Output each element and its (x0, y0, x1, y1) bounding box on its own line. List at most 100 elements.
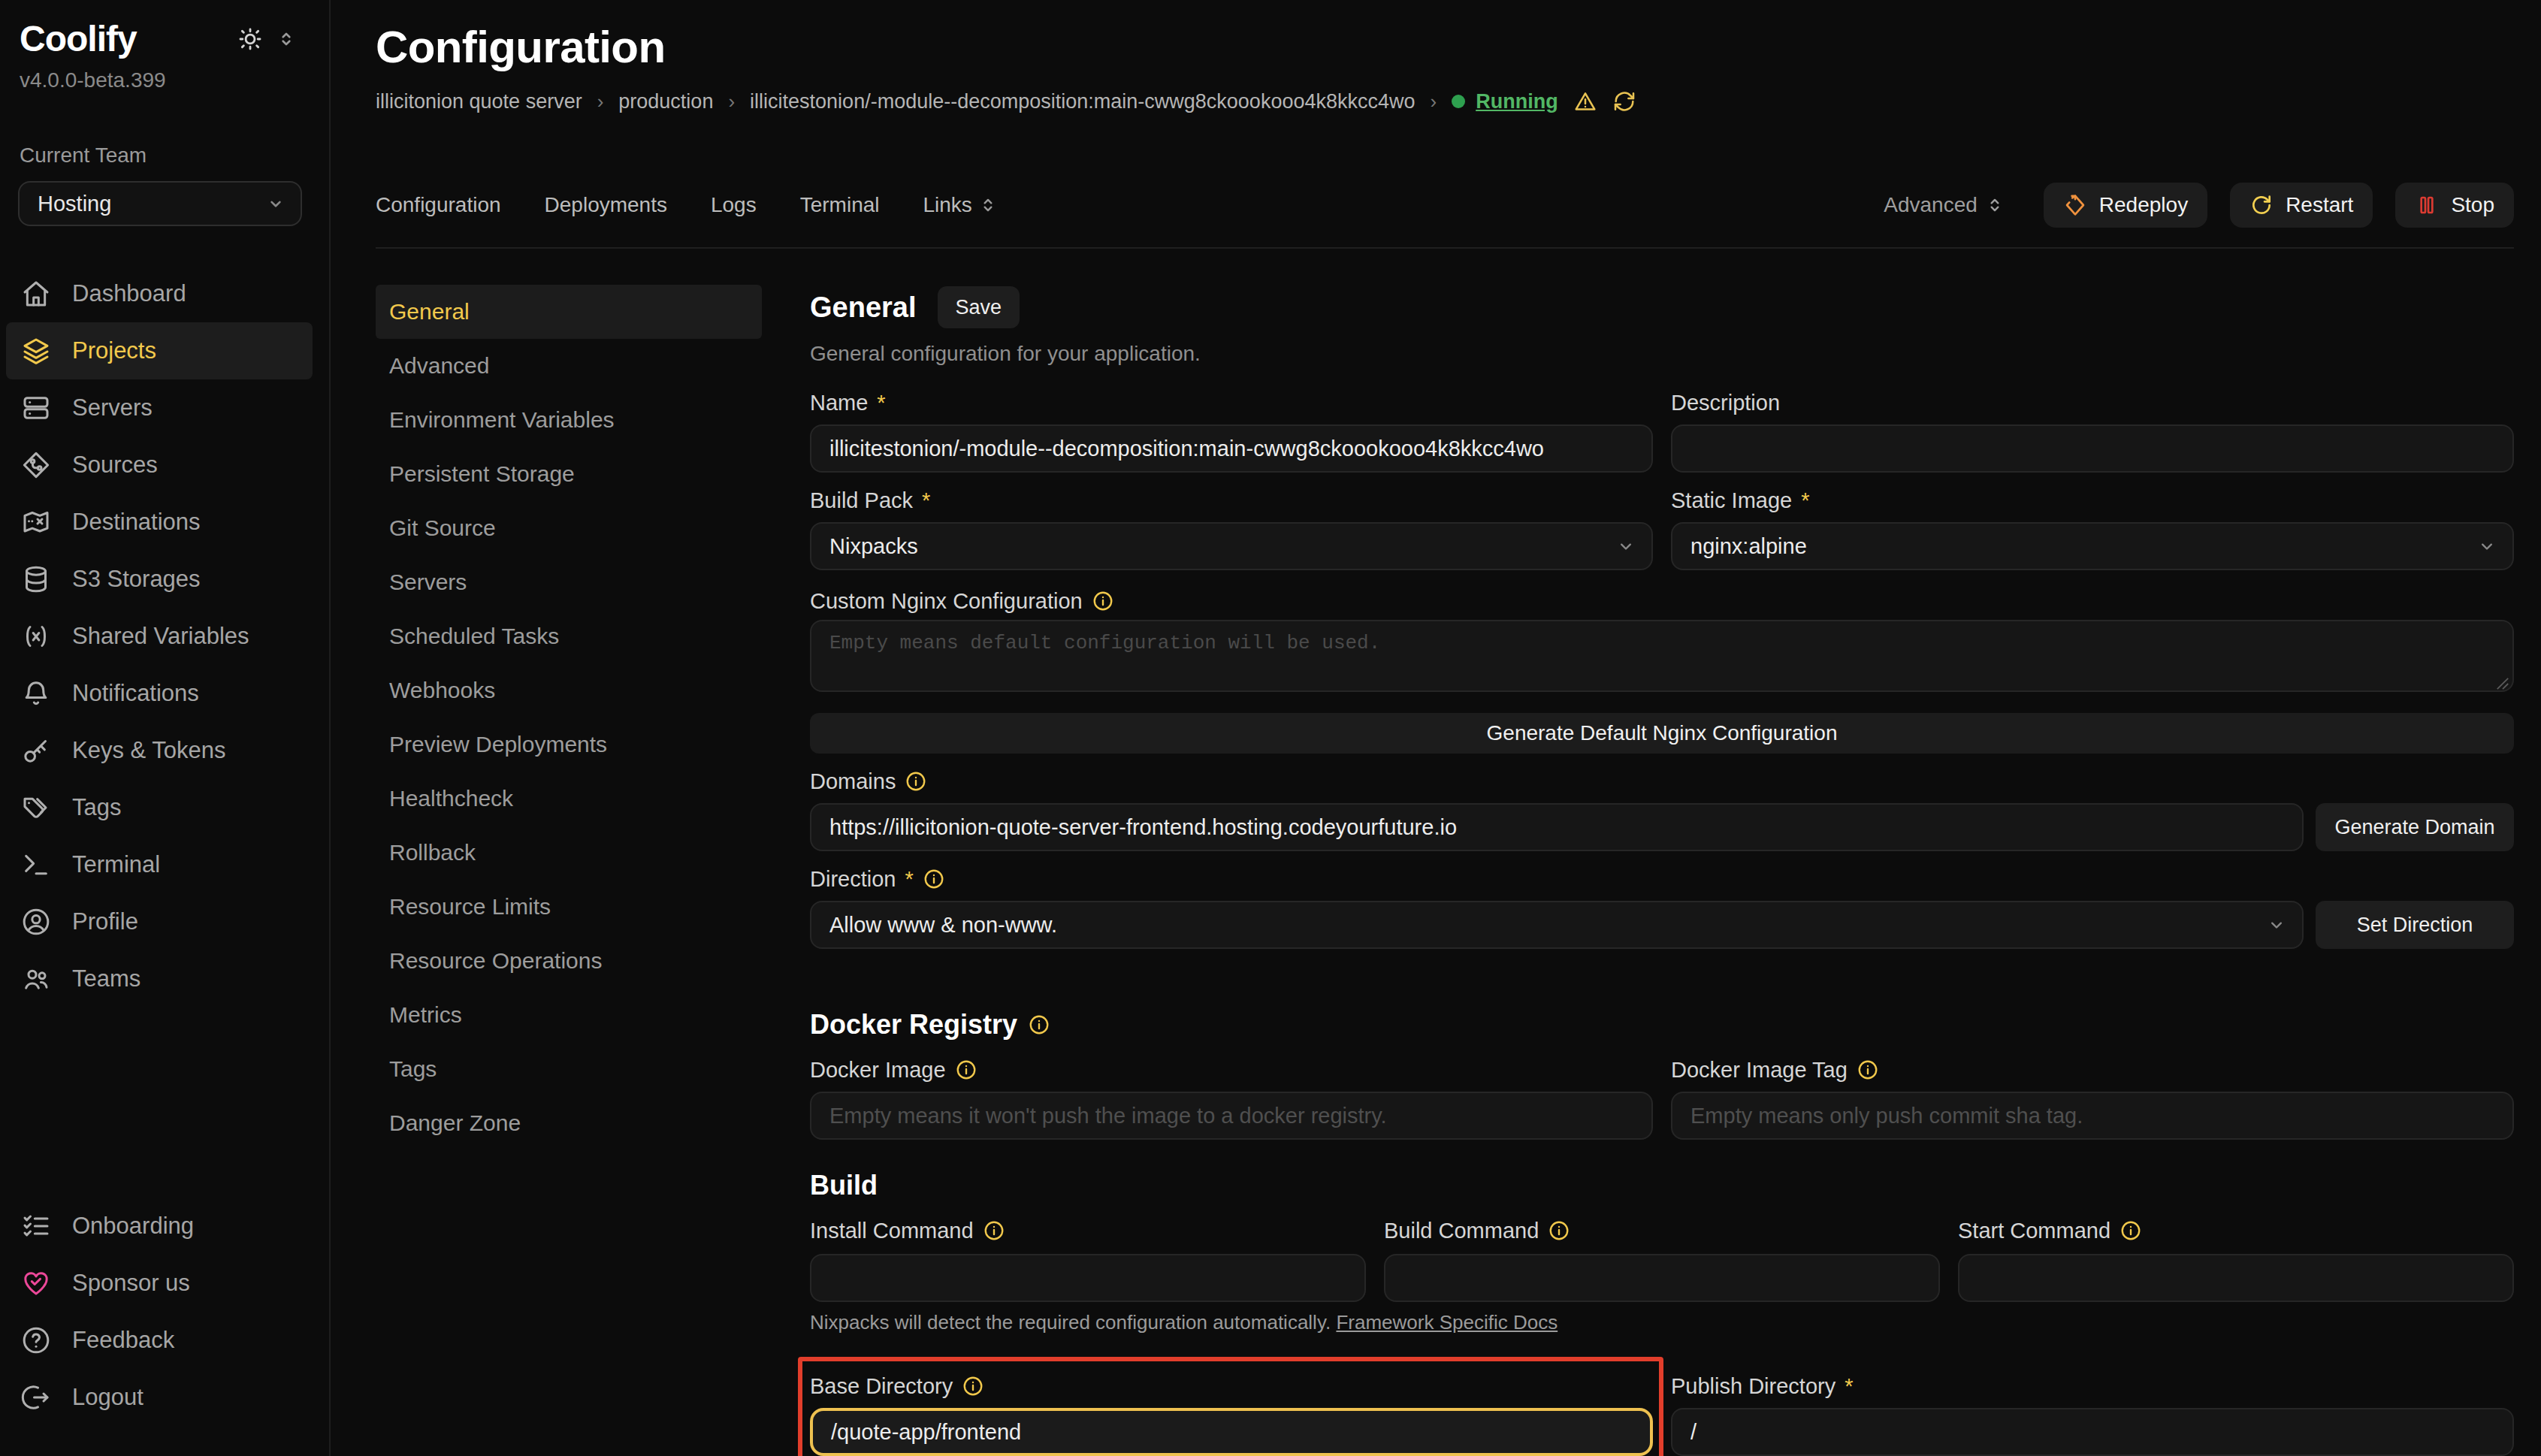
sidebar: Coolify v4.0.0-beta.399 Current Team Hos… (0, 0, 331, 1456)
server-icon (21, 393, 51, 423)
nginx-config-label: Custom Nginx Configuration (810, 588, 2514, 614)
sidebar-item-sponsor-us[interactable]: Sponsor us (6, 1255, 313, 1312)
key-icon (21, 736, 51, 766)
subnav-preview-deployments[interactable]: Preview Deployments (376, 717, 762, 772)
docker-image-tag-input[interactable] (1671, 1092, 2514, 1140)
advanced-toggle[interactable]: Advanced (1884, 193, 2005, 217)
breadcrumb-project[interactable]: illicitonion quote server (376, 90, 582, 113)
refresh-icon[interactable] (1612, 89, 1636, 113)
sidebar-item-notifications[interactable]: Notifications (6, 665, 313, 722)
generate-domain-button[interactable]: Generate Domain (2316, 803, 2514, 851)
subnav-danger-zone[interactable]: Danger Zone (376, 1096, 762, 1150)
general-form: General Save General configuration for y… (810, 285, 2514, 1456)
subnav-resource-operations[interactable]: Resource Operations (376, 934, 762, 988)
info-icon (923, 868, 945, 890)
subnav-healthcheck[interactable]: Healthcheck (376, 772, 762, 826)
docker-image-label: Docker Image (810, 1057, 1653, 1083)
sidebar-item-s3-storages[interactable]: S3 Storages (6, 551, 313, 608)
save-button[interactable]: Save (938, 286, 1020, 328)
description-input[interactable] (1671, 424, 2514, 473)
direction-select[interactable]: Allow www & non-www. (810, 901, 2304, 949)
subnav-environment-variables[interactable]: Environment Variables (376, 393, 762, 447)
subnav-advanced[interactable]: Advanced (376, 339, 762, 393)
set-direction-button[interactable]: Set Direction (2316, 901, 2514, 949)
sidebar-item-projects[interactable]: Projects (6, 322, 313, 379)
start-command-input[interactable] (1958, 1254, 2514, 1302)
restart-button[interactable]: Restart (2230, 183, 2373, 228)
build-pack-label: Build Pack* (810, 488, 1653, 513)
resize-grip[interactable] (2496, 677, 2509, 690)
build-command-input[interactable] (1384, 1254, 1940, 1302)
nixpacks-note: Nixpacks will detect the required config… (810, 1311, 2514, 1334)
stop-icon (2415, 193, 2439, 217)
tab-terminal[interactable]: Terminal (800, 193, 880, 217)
sidebar-item-servers[interactable]: Servers (6, 379, 313, 436)
base-directory-input[interactable] (810, 1408, 1653, 1456)
direction-label: Direction* (810, 866, 2514, 892)
name-input[interactable] (810, 424, 1653, 473)
build-pack-select[interactable]: Nixpacks (810, 522, 1653, 570)
framework-docs-link[interactable]: Framework Specific Docs (1336, 1311, 1558, 1334)
app-version: v4.0.0-beta.399 (0, 59, 329, 92)
form-subtitle: General configuration for your applicati… (810, 342, 2514, 366)
chevron-down-icon (2476, 536, 2497, 557)
sidebar-item-destinations[interactable]: Destinations (6, 494, 313, 551)
breadcrumb: illicitonion quote server › production ›… (376, 89, 2514, 113)
status-badge: Running (1452, 90, 1558, 113)
subnav-servers[interactable]: Servers (376, 555, 762, 609)
redeploy-button[interactable]: Redeploy (2044, 183, 2207, 228)
breadcrumb-application[interactable]: illicitestonion/-module--decomposition:m… (750, 90, 1415, 113)
sidebar-item-shared-variables[interactable]: Shared Variables (6, 608, 313, 665)
info-icon (1857, 1059, 1879, 1081)
users-icon (21, 964, 51, 994)
docker-registry-heading: Docker Registry (810, 1009, 2514, 1041)
sidebar-item-tags[interactable]: Tags (6, 779, 313, 836)
subnav-tags[interactable]: Tags (376, 1042, 762, 1096)
subnav-resource-limits[interactable]: Resource Limits (376, 880, 762, 934)
sidebar-item-profile[interactable]: Profile (6, 893, 313, 950)
app-logo[interactable]: Coolify (20, 18, 137, 59)
chevrons-up-down-icon[interactable] (276, 29, 296, 49)
docker-image-input[interactable] (810, 1092, 1653, 1140)
breadcrumb-separator: › (728, 90, 735, 113)
sidebar-item-teams[interactable]: Teams (6, 950, 313, 1007)
subnav-rollback[interactable]: Rollback (376, 826, 762, 880)
logout-icon (21, 1382, 51, 1412)
tab-links[interactable]: Links (923, 193, 998, 217)
nginx-config-textarea[interactable] (810, 620, 2514, 692)
sidebar-item-keys-tokens[interactable]: Keys & Tokens (6, 722, 313, 779)
restart-icon (2249, 193, 2274, 217)
sidebar-item-logout[interactable]: Logout (6, 1369, 313, 1426)
install-command-input[interactable] (810, 1254, 1366, 1302)
static-image-select[interactable]: nginx:alpine (1671, 522, 2514, 570)
status-running-link[interactable]: Running (1476, 90, 1558, 113)
team-select[interactable]: Hosting (18, 181, 302, 226)
warning-icon[interactable] (1573, 89, 1597, 113)
domains-label: Domains (810, 769, 2514, 794)
theme-toggle-icon[interactable] (237, 26, 263, 52)
static-image-label: Static Image* (1671, 488, 2514, 513)
description-label: Description (1671, 390, 2514, 415)
bell-icon (21, 678, 51, 708)
subnav-webhooks[interactable]: Webhooks (376, 663, 762, 717)
subnav-persistent-storage[interactable]: Persistent Storage (376, 447, 762, 501)
form-title: General (810, 292, 917, 324)
subnav-general[interactable]: General (376, 285, 762, 339)
home-icon (21, 279, 51, 309)
sidebar-item-sources[interactable]: Sources (6, 436, 313, 494)
sidebar-item-feedback[interactable]: Feedback (6, 1312, 313, 1369)
sidebar-item-dashboard[interactable]: Dashboard (6, 265, 313, 322)
breadcrumb-environment[interactable]: production (618, 90, 713, 113)
stop-button[interactable]: Stop (2395, 183, 2514, 228)
publish-directory-input[interactable] (1671, 1408, 2514, 1456)
tab-deployments[interactable]: Deployments (545, 193, 667, 217)
subnav-metrics[interactable]: Metrics (376, 988, 762, 1042)
sidebar-item-terminal[interactable]: Terminal (6, 836, 313, 893)
domains-input[interactable] (810, 803, 2304, 851)
subnav-scheduled-tasks[interactable]: Scheduled Tasks (376, 609, 762, 663)
generate-nginx-button[interactable]: Generate Default Nginx Configuration (810, 713, 2514, 754)
sidebar-item-onboarding[interactable]: Onboarding (6, 1198, 313, 1255)
tab-configuration[interactable]: Configuration (376, 193, 501, 217)
tab-logs[interactable]: Logs (711, 193, 757, 217)
subnav-git-source[interactable]: Git Source (376, 501, 762, 555)
